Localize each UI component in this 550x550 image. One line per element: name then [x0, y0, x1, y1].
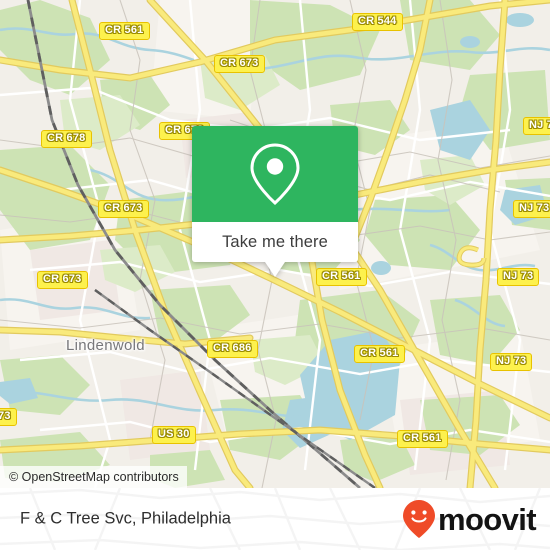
road-shield[interactable]: CR 561	[354, 345, 405, 363]
map-screen: CR 561 CR 544 CR 673 CR 678 CR 673 NJ 73…	[0, 0, 550, 550]
road-shield[interactable]: CR 561	[99, 22, 150, 40]
popup-action-row[interactable]: Take me there	[192, 222, 358, 262]
road-shield[interactable]: NJ 73	[513, 200, 550, 218]
take-me-there-label: Take me there	[222, 232, 328, 251]
road-shield[interactable]: CR 544	[352, 13, 403, 31]
road-shield[interactable]: US 30	[152, 426, 196, 444]
road-shield[interactable]: CR 561	[397, 430, 448, 448]
map-pin-icon	[250, 143, 300, 206]
road-shield[interactable]: NJ 73	[523, 117, 550, 135]
moovit-pin-icon	[402, 500, 435, 538]
road-shield[interactable]: CR 673	[214, 55, 265, 73]
location-title: F & C Tree Svc, Philadelphia	[20, 509, 231, 528]
road-shield[interactable]: CR 673	[98, 200, 149, 218]
place-label-lindenwold: Lindenwold	[66, 337, 145, 354]
bottom-bar: F & C Tree Svc, Philadelphia moovit	[0, 488, 550, 550]
road-shield[interactable]: CR 678	[41, 130, 92, 148]
road-shield[interactable]: CR 686	[207, 340, 258, 358]
map-attribution[interactable]: © OpenStreetMap contributors	[0, 466, 187, 488]
map-canvas[interactable]: CR 561 CR 544 CR 673 CR 678 CR 673 NJ 73…	[0, 0, 550, 488]
popup-header	[192, 126, 358, 222]
popup-pointer	[265, 262, 285, 277]
road-shield[interactable]: NJ 73	[497, 268, 540, 286]
road-shield[interactable]: NJ 73	[490, 353, 533, 371]
road-shield[interactable]: 73	[0, 408, 17, 426]
destination-popup[interactable]: Take me there	[192, 126, 358, 277]
road-shield[interactable]: CR 673	[37, 271, 88, 289]
moovit-brand[interactable]: moovit	[402, 499, 537, 539]
attribution-text: © OpenStreetMap contributors	[9, 470, 179, 484]
moovit-wordmark: moovit	[437, 501, 537, 537]
